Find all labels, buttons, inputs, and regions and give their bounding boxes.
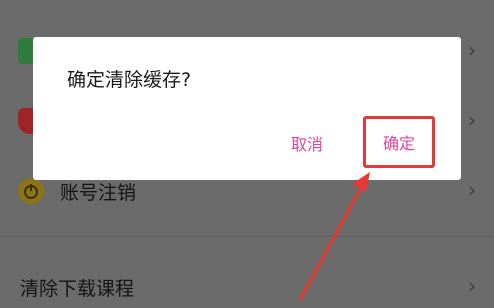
arrow-head-icon bbox=[352, 172, 370, 192]
annotation-arrow bbox=[298, 172, 370, 301]
arrow-shaft bbox=[298, 185, 364, 301]
